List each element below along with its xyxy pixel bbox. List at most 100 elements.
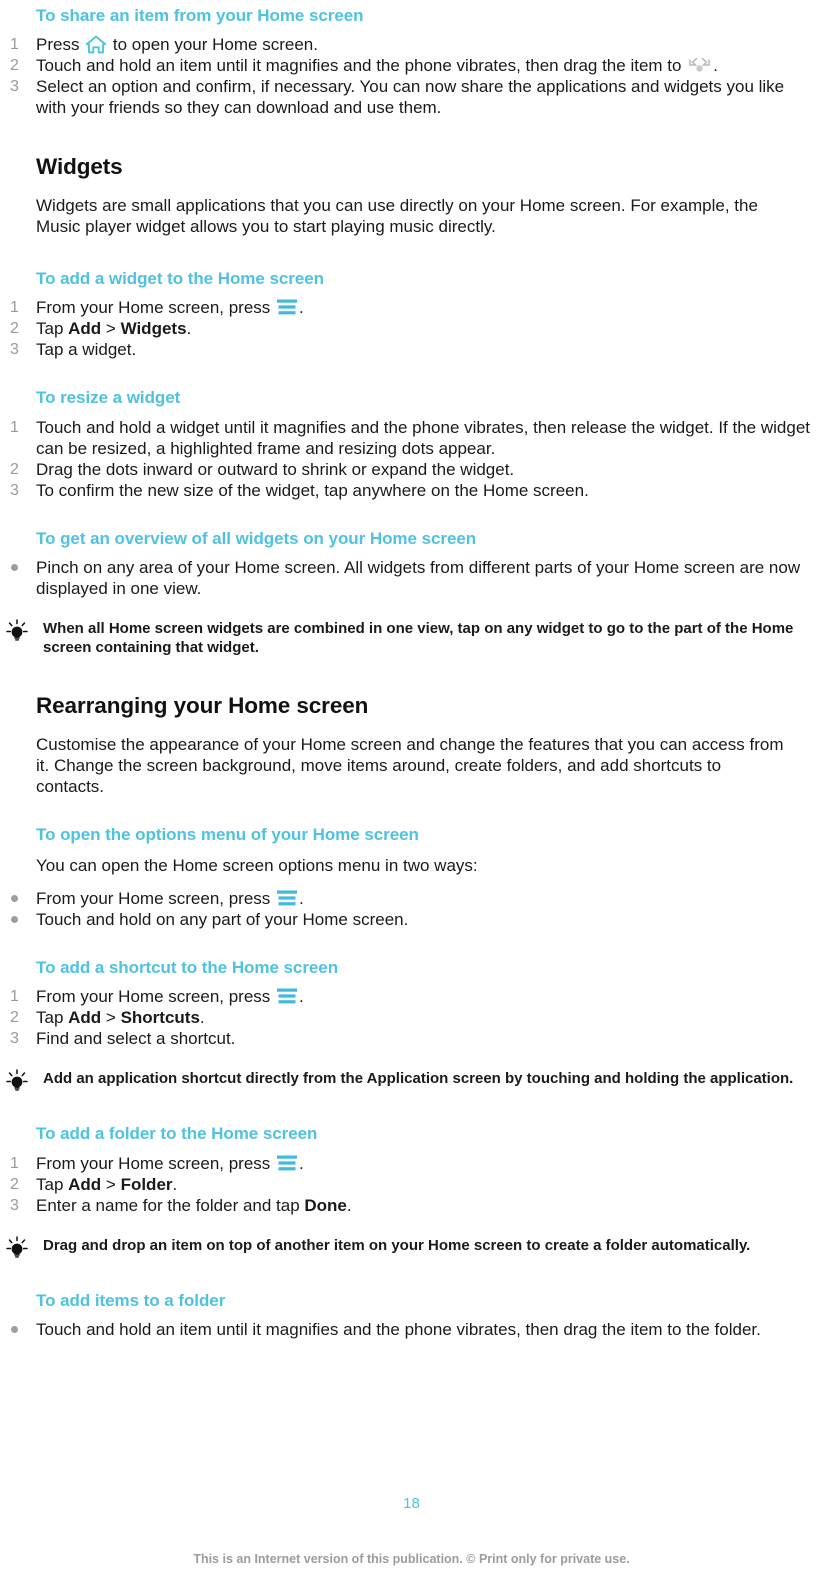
list-item: 3 To confirm the new size of the widget,… (0, 480, 823, 501)
tip-text: Add an application shortcut directly fro… (43, 1070, 794, 1088)
page-content: To share an item from your Home screen 1… (0, 0, 823, 1340)
menu-icon (276, 1154, 298, 1172)
menu-icon (276, 298, 298, 316)
separator: > (101, 319, 121, 339)
step-number: 1 (10, 418, 19, 436)
footer-note: This is an Internet version of this publ… (193, 1552, 630, 1566)
bold-term-done: Done (304, 1195, 347, 1215)
step-text-pre: Touch and hold an item until it magnifie… (36, 56, 687, 76)
step-number: 1 (10, 1154, 19, 1172)
list-item: Touch and hold on any part of your Home … (0, 909, 823, 930)
step-text-pre: Enter a name for the folder and tap (36, 1195, 305, 1215)
step-number: 1 (10, 988, 19, 1006)
bullet-text-pre: From your Home screen, press (36, 889, 276, 909)
bold-term-shortcuts: Shortcuts (120, 1008, 200, 1028)
bold-term-add: Add (68, 1008, 102, 1028)
list-item: From your Home screen, press . (0, 888, 823, 909)
steps-add-widget: 1 From your Home screen, press . 2 Tap A… (0, 297, 823, 360)
list-item: 1 From your Home screen, press . (0, 297, 823, 318)
step-text: Select an option and confirm, if necessa… (36, 77, 785, 118)
list-item: 2 Tap Add > Folder. (0, 1174, 823, 1195)
bullet-marker (11, 1326, 18, 1334)
step-text-pre: From your Home screen, press (36, 1153, 276, 1173)
bold-term-widgets: Widgets (120, 319, 187, 339)
step-text-post: . (199, 1008, 205, 1028)
step-number: 3 (10, 1196, 19, 1214)
step-text-post: . (346, 1195, 352, 1215)
list-item: 3 Tap a widget. (0, 339, 823, 360)
bullets-options-menu: From your Home screen, press . Touch and… (0, 888, 823, 930)
step-text: Tap a widget. (36, 340, 137, 360)
menu-icon (276, 889, 298, 907)
steps-share-item: 1 Press to open your Home screen. 2 Touc… (0, 34, 823, 118)
step-number: 3 (10, 341, 19, 359)
tip-add-shortcut: Add an application shortcut directly fro… (0, 1069, 823, 1092)
list-item: 3 Select an option and confirm, if neces… (0, 76, 823, 118)
step-text-pre: Press (36, 35, 85, 55)
list-item: 2 Drag the dots inward or outward to shr… (0, 459, 823, 480)
bold-term-folder: Folder (120, 1174, 173, 1194)
step-number: 3 (10, 481, 19, 499)
paragraph-widgets-intro: Widgets are small applications that you … (36, 195, 758, 236)
separator: > (101, 1174, 121, 1194)
bullets-add-items-folder: Touch and hold an item until it magnifie… (0, 1319, 823, 1340)
bullet-marker (11, 564, 18, 572)
step-number: 2 (10, 460, 19, 478)
heading-rearranging: Rearranging your Home screen (36, 693, 369, 719)
step-number: 1 (10, 36, 19, 54)
step-text-pre: From your Home screen, press (36, 987, 276, 1007)
heading-add-items-folder: To add items to a folder (36, 1290, 226, 1310)
step-text-post: . (172, 1174, 178, 1194)
heading-options-menu: To open the options menu of your Home sc… (36, 824, 419, 844)
list-item: Pinch on any area of your Home screen. A… (0, 557, 823, 599)
list-item: 1 Press to open your Home screen. (0, 34, 823, 55)
step-number: 2 (10, 1175, 19, 1193)
steps-add-shortcut: 1 From your Home screen, press . 2 Tap A… (0, 986, 823, 1049)
list-item: 1 Touch and hold a widget until it magni… (0, 417, 823, 459)
lightbulb-icon (3, 1069, 31, 1095)
menu-icon (276, 987, 298, 1005)
heading-add-shortcut: To add a shortcut to the Home screen (36, 958, 339, 978)
list-item: 1 From your Home screen, press . (0, 1153, 823, 1174)
heading-add-widget: To add a widget to the Home screen (36, 268, 324, 288)
paragraph-options-menu-intro: You can open the Home screen options men… (36, 856, 478, 876)
bullet-text: Touch and hold an item until it magnifie… (36, 1320, 761, 1340)
step-number: 2 (10, 57, 19, 75)
step-number: 3 (10, 1030, 19, 1048)
list-item: 3 Enter a name for the folder and tap Do… (0, 1195, 823, 1216)
bullet-text: Pinch on any area of your Home screen. A… (36, 558, 801, 599)
list-item: Touch and hold an item until it magnifie… (0, 1319, 823, 1340)
separator: > (101, 1008, 121, 1028)
step-text-post: . (299, 298, 304, 318)
steps-resize-widget: 1 Touch and hold a widget until it magni… (0, 417, 823, 501)
page-number: 18 (403, 1495, 420, 1512)
bullet-text: Touch and hold on any part of your Home … (36, 910, 409, 930)
step-text-post: . (299, 1153, 304, 1173)
list-item: 1 From your Home screen, press . (0, 986, 823, 1007)
step-number: 3 (10, 78, 19, 96)
step-text-post: . (713, 56, 718, 76)
step-text-pre: Tap (36, 319, 69, 339)
list-item: 2 Tap Add > Widgets. (0, 318, 823, 339)
step-text-post: . (299, 987, 304, 1007)
home-icon (85, 35, 107, 54)
bold-term-add: Add (68, 1174, 102, 1194)
bullets-overview-widgets: Pinch on any area of your Home screen. A… (0, 557, 823, 599)
lightbulb-icon (3, 1236, 31, 1262)
heading-widgets: Widgets (36, 154, 123, 180)
list-item: 2 Tap Add > Shortcuts. (0, 1007, 823, 1028)
paragraph-rearranging-intro: Customise the appearance of your Home sc… (36, 734, 784, 796)
step-number: 1 (10, 299, 19, 317)
step-text: To confirm the new size of the widget, t… (36, 480, 589, 500)
step-text-pre: From your Home screen, press (36, 298, 276, 318)
step-text-post: to open your Home screen. (108, 35, 318, 55)
list-item: 3 Find and select a shortcut. (0, 1028, 823, 1049)
step-number: 2 (10, 320, 19, 338)
step-text: Drag the dots inward or outward to shrin… (36, 459, 515, 479)
heading-resize-widget: To resize a widget (36, 388, 181, 408)
steps-add-folder: 1 From your Home screen, press . 2 Tap A… (0, 1153, 823, 1216)
tip-text: Drag and drop an item on top of another … (43, 1236, 751, 1254)
step-text-pre: Tap (36, 1008, 69, 1028)
step-text: Find and select a shortcut. (36, 1029, 236, 1049)
step-text-pre: Tap (36, 1174, 69, 1194)
